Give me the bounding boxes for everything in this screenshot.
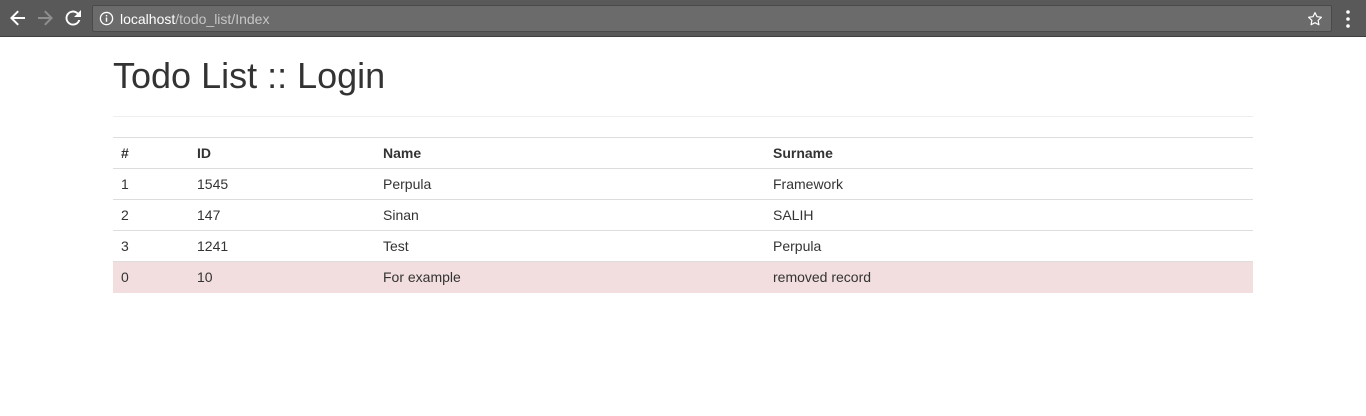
table-row: 2 147 Sinan SALIH — [113, 199, 1253, 231]
back-button[interactable] — [8, 8, 28, 28]
cell-id: 1545 — [197, 176, 229, 192]
cell-name: Test — [375, 230, 765, 262]
records-table: # ID Name Surname 1 1545 Perpula Framewo… — [113, 137, 1253, 293]
cell-id: 10 — [189, 261, 375, 293]
cell-id: 1241 — [189, 230, 375, 262]
header-name: Name — [375, 137, 765, 169]
page-title: Todo List :: Login — [113, 55, 386, 96]
cell-name: Perpula — [383, 176, 432, 192]
header-id: ID — [189, 137, 375, 169]
star-icon[interactable] — [1306, 10, 1324, 28]
table-row: 3 1241 Test Perpula — [113, 230, 1253, 262]
info-icon[interactable] — [99, 11, 114, 26]
url-host: localhost — [120, 11, 176, 27]
cell-surname: Framework — [773, 176, 844, 192]
header-surname: Surname — [765, 137, 1253, 169]
cell-id: 147 — [189, 199, 375, 231]
kebab-menu-icon[interactable] — [1340, 9, 1356, 29]
cell-number: 0 — [113, 261, 189, 293]
arrow-right-icon — [38, 10, 53, 26]
page-container: Todo List :: Login # ID Name Surname 1 1… — [113, 37, 1253, 293]
table-header-row: # ID Name Surname — [113, 137, 1253, 169]
cell-surname: SALIH — [765, 199, 1253, 231]
cell-number: 3 — [113, 230, 189, 262]
cell-name: For example — [375, 261, 765, 293]
forward-button[interactable] — [35, 8, 55, 28]
cell-number: 2 — [113, 199, 189, 231]
table-row: 1 1545 Perpula Framework — [113, 169, 1253, 200]
cell-surname: Perpula — [765, 230, 1253, 262]
title-divider — [113, 116, 1253, 117]
reload-icon — [65, 10, 81, 26]
cell-name: Sinan — [375, 199, 765, 231]
arrow-left-icon — [10, 10, 25, 26]
url-text[interactable]: localhost/todo_list/Index — [120, 11, 269, 27]
table-row-removed: 0 10 For example removed record — [113, 261, 1253, 293]
reload-button[interactable] — [63, 8, 83, 28]
address-bar[interactable]: localhost/todo_list/Index — [92, 5, 1332, 32]
url-path: /todo_list/Index — [175, 11, 270, 27]
header-number: # — [113, 137, 189, 169]
cell-surname: removed record — [765, 261, 1253, 293]
cell-number: 1 — [121, 176, 129, 192]
browser-toolbar: localhost/todo_list/Index — [0, 0, 1366, 37]
